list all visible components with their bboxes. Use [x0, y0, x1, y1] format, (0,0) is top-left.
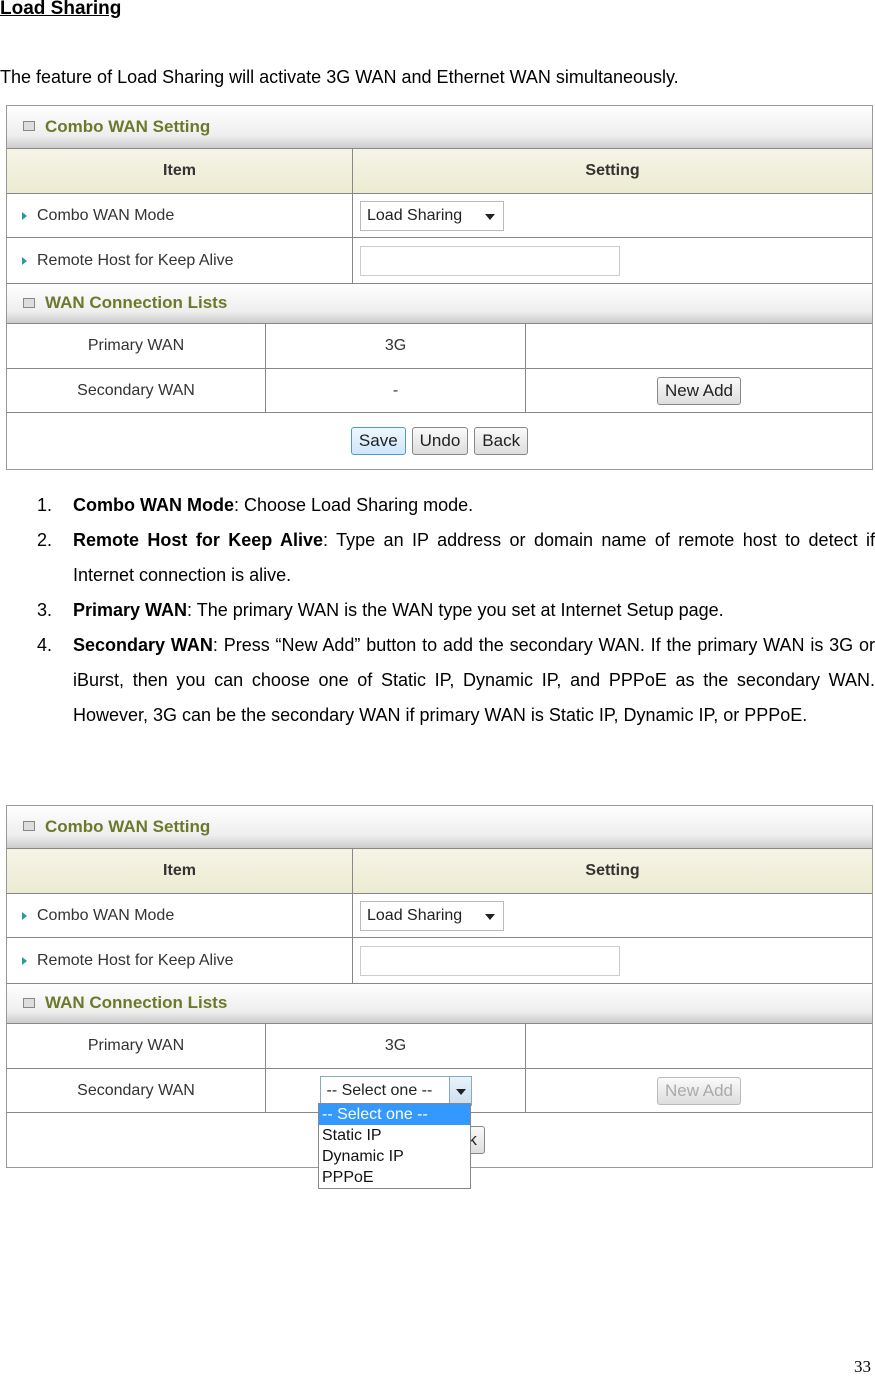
combo-wan-panel-2: Combo WAN Setting Item Setting Combo WAN…	[6, 805, 873, 1189]
remote-host-input[interactable]	[360, 945, 620, 976]
option-pppoe[interactable]: PPPoE	[319, 1167, 470, 1188]
col-setting: Setting	[585, 862, 640, 879]
option-select-one[interactable]: -- Select one --	[319, 1104, 470, 1125]
field-descriptions: 1. Combo WAN Mode: Choose Load Sharing mo…	[37, 488, 875, 733]
secondary-wan-type: -	[266, 369, 526, 412]
back-button[interactable]: Back	[474, 427, 529, 455]
combo-wan-mode-select[interactable]: Load Sharing	[360, 900, 504, 931]
dropdown-button[interactable]	[448, 1076, 471, 1105]
save-button[interactable]: Save	[350, 427, 406, 455]
action-buttons: Save Undo Back	[7, 413, 872, 469]
chevron-down-icon	[485, 913, 495, 920]
wan-lists-title: WAN Connection Lists	[7, 984, 872, 1024]
list-item: 2. Remote Host for Keep Alive: Type an IP…	[37, 530, 875, 585]
section-icon	[23, 821, 35, 831]
primary-wan-row: Primary WAN 3G	[7, 1024, 872, 1069]
combo-wan-mode-select[interactable]: Load Sharing	[360, 200, 504, 231]
chevron-down-icon	[485, 213, 495, 220]
option-dynamic-ip[interactable]: Dynamic IP	[319, 1146, 470, 1167]
remote-host-input[interactable]	[360, 245, 620, 276]
section-icon	[23, 121, 35, 131]
section-icon	[23, 298, 35, 308]
secondary-wan-select[interactable]: -- Select one --	[319, 1075, 472, 1106]
secondary-wan-row: Secondary WAN - New Add	[7, 369, 872, 413]
list-item: 4. Secondary WAN: Press “New Add” button …	[37, 635, 875, 725]
table-header: Item Setting	[7, 849, 872, 894]
wan-lists-title: WAN Connection Lists	[7, 284, 872, 324]
bullet-arrow-icon	[22, 911, 27, 920]
col-setting: Setting	[585, 162, 640, 179]
bullet-arrow-icon	[22, 211, 27, 220]
bullet-arrow-icon	[22, 956, 27, 965]
col-item: Item	[7, 849, 353, 893]
remote-host-row: Remote Host for Keep Alive	[7, 938, 872, 984]
combo-wan-mode-row: Combo WAN Mode Load Sharing	[7, 194, 872, 238]
panel-title: Combo WAN Setting	[7, 106, 872, 149]
intro-text: The feature of Load Sharing will activat…	[0, 67, 679, 87]
undo-button[interactable]: Undo	[411, 427, 469, 455]
bullet-arrow-icon	[22, 256, 27, 265]
secondary-wan-options: -- Select one -- Static IP Dynamic IP PP…	[318, 1103, 471, 1189]
list-item: 1. Combo WAN Mode: Choose Load Sharing mo…	[37, 495, 474, 515]
primary-wan-row: Primary WAN 3G	[7, 324, 872, 369]
table-header: Item Setting	[7, 149, 872, 194]
combo-wan-mode-row: Combo WAN Mode Load Sharing	[7, 894, 872, 938]
remote-host-row: Remote Host for Keep Alive	[7, 238, 872, 284]
page-number: 33	[854, 1357, 871, 1376]
section-icon	[23, 998, 35, 1008]
list-item: 3. Primary WAN: The primary WAN is the WA…	[37, 600, 724, 620]
panel-title: Combo WAN Setting	[7, 806, 872, 849]
chevron-down-icon	[455, 1088, 466, 1095]
option-static-ip[interactable]: Static IP	[319, 1125, 470, 1146]
new-add-button[interactable]: New Add	[656, 376, 742, 405]
col-item: Item	[7, 149, 353, 193]
combo-wan-panel-1: Combo WAN Setting Item Setting Combo WAN…	[6, 105, 873, 470]
section-heading: Load Sharing	[0, 0, 122, 19]
new-add-button[interactable]: New Add	[656, 1076, 742, 1105]
